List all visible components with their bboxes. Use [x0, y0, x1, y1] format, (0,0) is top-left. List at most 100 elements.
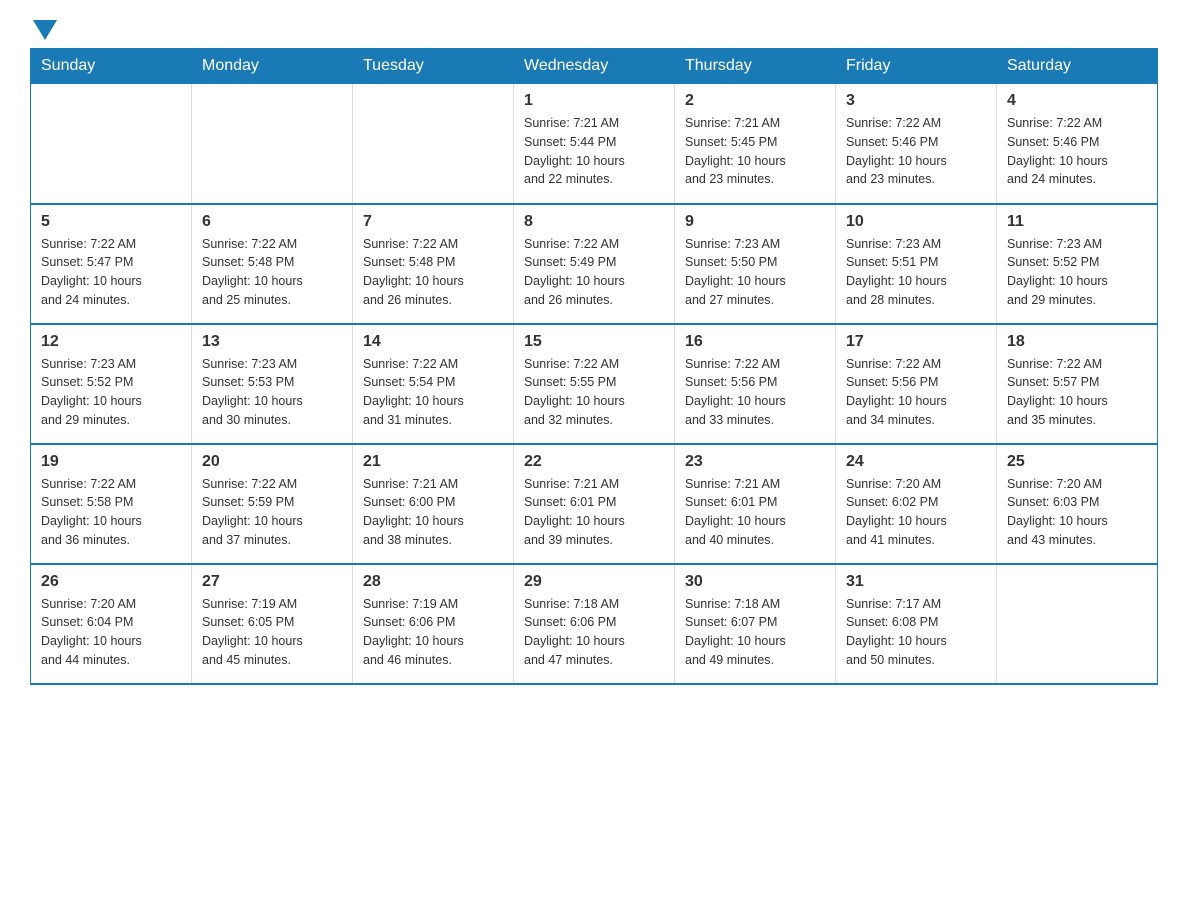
day-number: 12 — [41, 333, 181, 351]
day-info: Sunrise: 7:19 AM Sunset: 6:05 PM Dayligh… — [202, 595, 342, 670]
calendar-cell: 25Sunrise: 7:20 AM Sunset: 6:03 PM Dayli… — [997, 444, 1158, 564]
day-number: 4 — [1007, 92, 1147, 110]
day-number: 15 — [524, 333, 664, 351]
calendar-cell: 30 Sunrise: 7:18 AM Sunset: 6:07 PM Dayli… — [675, 564, 836, 684]
day-info: Sunrise: 7:23 AM Sunset: 5:52 PM Dayligh… — [1007, 235, 1147, 310]
day-info: Sunrise: 7:22 AM Sunset: 5:54 PM Dayligh… — [363, 355, 503, 430]
calendar-table: SundayMondayTuesdayWednesdayThursdayFrid… — [30, 48, 1158, 685]
day-number: 23 — [685, 453, 825, 471]
day-number: 8 — [524, 213, 664, 231]
day-number: 1 — [524, 92, 664, 110]
day-info: Sunrise: 7:21 AM Sunset: 6:01 PM Dayligh… — [524, 475, 664, 550]
logo — [30, 20, 60, 38]
page-header — [30, 20, 1158, 38]
day-info: Sunrise: 7:20 AM Sunset: 6:04 PM Dayligh… — [41, 595, 181, 670]
calendar-cell: 27 Sunrise: 7:19 AM Sunset: 6:05 PM Dayli… — [192, 564, 353, 684]
header-day-sunday: Sunday — [31, 49, 192, 84]
day-info: Sunrise: 7:22 AM Sunset: 5:58 PM Dayligh… — [41, 475, 181, 550]
day-info: Sunrise: 7:23 AM Sunset: 5:52 PM Dayligh… — [41, 355, 181, 430]
calendar-cell: 6Sunrise: 7:22 AM Sunset: 5:48 PM Daylig… — [192, 204, 353, 324]
day-info: Sunrise: 7:19 AM Sunset: 6:06 PM Dayligh… — [363, 595, 503, 670]
day-number: 26 — [41, 573, 181, 591]
day-number: 20 — [202, 453, 342, 471]
day-number: 17 — [846, 333, 986, 351]
header-day-monday: Monday — [192, 49, 353, 84]
week-row-1: 1 Sunrise: 7:21 AM Sunset: 5:44 PM Daylig… — [31, 84, 1158, 204]
day-number: 28 — [363, 573, 503, 591]
day-number: 7 — [363, 213, 503, 231]
calendar-cell: 24 Sunrise: 7:20 AM Sunset: 6:02 PM Dayli… — [836, 444, 997, 564]
day-info: Sunrise: 7:22 AM Sunset: 5:57 PM Dayligh… — [1007, 355, 1147, 430]
day-number: 30 — [685, 573, 825, 591]
day-number: 9 — [685, 213, 825, 231]
day-number: 3 — [846, 92, 986, 110]
day-number: 22 — [524, 453, 664, 471]
calendar-cell: 8 Sunrise: 7:22 AM Sunset: 5:49 PM Daylig… — [514, 204, 675, 324]
calendar-cell: 14 Sunrise: 7:22 AM Sunset: 5:54 PM Dayli… — [353, 324, 514, 444]
logo-text — [30, 20, 60, 40]
calendar-cell: 4Sunrise: 7:22 AM Sunset: 5:46 PM Daylig… — [997, 84, 1158, 204]
day-number: 29 — [524, 573, 664, 591]
calendar-body: 1 Sunrise: 7:21 AM Sunset: 5:44 PM Daylig… — [31, 84, 1158, 684]
day-number: 16 — [685, 333, 825, 351]
day-info: Sunrise: 7:17 AM Sunset: 6:08 PM Dayligh… — [846, 595, 986, 670]
day-number: 18 — [1007, 333, 1147, 351]
day-info: Sunrise: 7:18 AM Sunset: 6:07 PM Dayligh… — [685, 595, 825, 670]
day-info: Sunrise: 7:21 AM Sunset: 6:01 PM Dayligh… — [685, 475, 825, 550]
day-info: Sunrise: 7:23 AM Sunset: 5:53 PM Dayligh… — [202, 355, 342, 430]
calendar-cell: 5 Sunrise: 7:22 AM Sunset: 5:47 PM Daylig… — [31, 204, 192, 324]
calendar-cell: 2 Sunrise: 7:21 AM Sunset: 5:45 PM Daylig… — [675, 84, 836, 204]
day-info: Sunrise: 7:22 AM Sunset: 5:55 PM Dayligh… — [524, 355, 664, 430]
day-info: Sunrise: 7:23 AM Sunset: 5:50 PM Dayligh… — [685, 235, 825, 310]
calendar-cell: 10 Sunrise: 7:23 AM Sunset: 5:51 PM Dayli… — [836, 204, 997, 324]
day-info: Sunrise: 7:21 AM Sunset: 5:45 PM Dayligh… — [685, 114, 825, 189]
day-number: 13 — [202, 333, 342, 351]
day-number: 10 — [846, 213, 986, 231]
header-day-saturday: Saturday — [997, 49, 1158, 84]
day-info: Sunrise: 7:22 AM Sunset: 5:49 PM Dayligh… — [524, 235, 664, 310]
day-info: Sunrise: 7:21 AM Sunset: 6:00 PM Dayligh… — [363, 475, 503, 550]
calendar-cell — [353, 84, 514, 204]
header-day-wednesday: Wednesday — [514, 49, 675, 84]
header-row: SundayMondayTuesdayWednesdayThursdayFrid… — [31, 49, 1158, 84]
day-number: 31 — [846, 573, 986, 591]
day-info: Sunrise: 7:18 AM Sunset: 6:06 PM Dayligh… — [524, 595, 664, 670]
calendar-cell: 26 Sunrise: 7:20 AM Sunset: 6:04 PM Dayli… — [31, 564, 192, 684]
day-info: Sunrise: 7:22 AM Sunset: 5:48 PM Dayligh… — [363, 235, 503, 310]
calendar-cell: 18 Sunrise: 7:22 AM Sunset: 5:57 PM Dayli… — [997, 324, 1158, 444]
week-row-5: 26 Sunrise: 7:20 AM Sunset: 6:04 PM Dayli… — [31, 564, 1158, 684]
day-number: 19 — [41, 453, 181, 471]
calendar-cell: 19 Sunrise: 7:22 AM Sunset: 5:58 PM Dayli… — [31, 444, 192, 564]
header-day-thursday: Thursday — [675, 49, 836, 84]
calendar-cell: 21 Sunrise: 7:21 AM Sunset: 6:00 PM Dayli… — [353, 444, 514, 564]
day-number: 6 — [202, 213, 342, 231]
day-number: 27 — [202, 573, 342, 591]
calendar-cell: 7 Sunrise: 7:22 AM Sunset: 5:48 PM Daylig… — [353, 204, 514, 324]
day-info: Sunrise: 7:22 AM Sunset: 5:59 PM Dayligh… — [202, 475, 342, 550]
day-number: 14 — [363, 333, 503, 351]
day-info: Sunrise: 7:23 AM Sunset: 5:51 PM Dayligh… — [846, 235, 986, 310]
day-info: Sunrise: 7:22 AM Sunset: 5:46 PM Dayligh… — [846, 114, 986, 189]
day-info: Sunrise: 7:22 AM Sunset: 5:56 PM Dayligh… — [846, 355, 986, 430]
day-number: 24 — [846, 453, 986, 471]
calendar-cell: 1 Sunrise: 7:21 AM Sunset: 5:44 PM Daylig… — [514, 84, 675, 204]
calendar-cell — [997, 564, 1158, 684]
header-day-tuesday: Tuesday — [353, 49, 514, 84]
day-info: Sunrise: 7:20 AM Sunset: 6:02 PM Dayligh… — [846, 475, 986, 550]
calendar-cell: 31 Sunrise: 7:17 AM Sunset: 6:08 PM Dayli… — [836, 564, 997, 684]
calendar-header: SundayMondayTuesdayWednesdayThursdayFrid… — [31, 49, 1158, 84]
calendar-cell: 29 Sunrise: 7:18 AM Sunset: 6:06 PM Dayli… — [514, 564, 675, 684]
logo-triangle-icon — [33, 20, 57, 40]
day-number: 2 — [685, 92, 825, 110]
day-number: 21 — [363, 453, 503, 471]
day-info: Sunrise: 7:22 AM Sunset: 5:47 PM Dayligh… — [41, 235, 181, 310]
week-row-3: 12 Sunrise: 7:23 AM Sunset: 5:52 PM Dayli… — [31, 324, 1158, 444]
day-number: 5 — [41, 213, 181, 231]
week-row-4: 19 Sunrise: 7:22 AM Sunset: 5:58 PM Dayli… — [31, 444, 1158, 564]
day-info: Sunrise: 7:20 AM Sunset: 6:03 PM Dayligh… — [1007, 475, 1147, 550]
day-info: Sunrise: 7:21 AM Sunset: 5:44 PM Dayligh… — [524, 114, 664, 189]
calendar-cell: 16Sunrise: 7:22 AM Sunset: 5:56 PM Dayli… — [675, 324, 836, 444]
header-day-friday: Friday — [836, 49, 997, 84]
calendar-cell: 20 Sunrise: 7:22 AM Sunset: 5:59 PM Dayli… — [192, 444, 353, 564]
calendar-cell: 9 Sunrise: 7:23 AM Sunset: 5:50 PM Daylig… — [675, 204, 836, 324]
